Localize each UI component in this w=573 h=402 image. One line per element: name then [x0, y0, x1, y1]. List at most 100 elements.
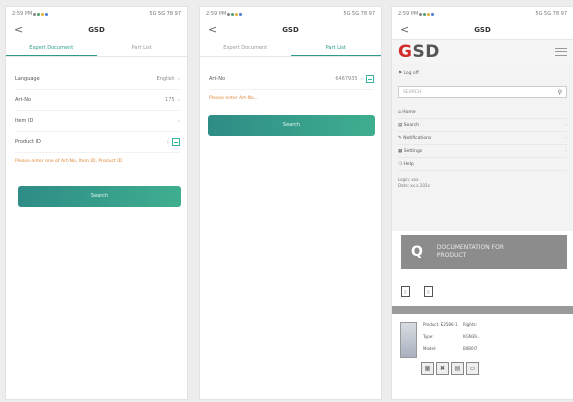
phone-web-portal: 2:59 PM 5G 5G 78 97 < GSD GSD ⚑ Log off … [391, 6, 573, 400]
scan-icon[interactable] [366, 75, 374, 83]
chevron-right-icon: › [565, 122, 567, 128]
log-off-link[interactable]: ⚑ Log off [398, 67, 567, 80]
field-value: › [178, 118, 180, 125]
status-dot [423, 12, 427, 16]
field-value: › [167, 138, 180, 146]
product-info-cell: Type: [423, 334, 434, 339]
field-value: English › [157, 76, 180, 83]
back-icon[interactable]: < [400, 23, 409, 36]
status-dot [227, 12, 231, 16]
phone-part-list: 2:59 PM 5G 5G 78 97 < GSD Expert Documen… [199, 6, 382, 400]
status-dot [37, 12, 41, 16]
art-no-row[interactable]: Art-No 6467935 › [209, 69, 374, 90]
art-no-value: 6467935 [335, 76, 358, 82]
item-id-row[interactable]: Item ID › [15, 111, 180, 132]
status-bar: 2:59 PM 5G 5G 78 97 [200, 7, 381, 21]
log-off-label: Log off [403, 71, 419, 76]
product-id-row[interactable]: Product ID › [15, 132, 180, 153]
product-info-cell: B0B0I7 [463, 346, 478, 351]
search-placeholder: SEARCH [403, 89, 422, 95]
back-icon[interactable]: < [14, 23, 23, 36]
menu-item-settings[interactable]: ▦ Settings › [398, 145, 567, 158]
tab-part-list[interactable]: Part List [290, 41, 381, 56]
tools-icon[interactable]: ✖ [436, 362, 449, 375]
art-no-row[interactable]: Art-No 175 › [15, 90, 180, 111]
nav-bar: < GSD [6, 21, 187, 39]
menu-item-help[interactable]: ❍ Help [398, 158, 567, 171]
file-pdf-icon[interactable]: ▯ [401, 286, 410, 297]
status-dot [41, 12, 45, 16]
search-input[interactable]: SEARCH ⚲ [398, 86, 567, 98]
status-dot [419, 12, 423, 16]
status-left: 2:59 PM [12, 11, 49, 17]
chevron-right-icon: › [177, 117, 180, 125]
logo-rest: SD [412, 41, 440, 62]
scan-icon[interactable] [172, 138, 180, 146]
status-dot [239, 12, 243, 16]
search-button[interactable]: Search [18, 186, 181, 207]
grid-icon[interactable]: ▦ [421, 362, 434, 375]
status-dot [427, 12, 431, 16]
login-info-line: Date: xx.x.202x [398, 183, 430, 188]
product-action-icons: ▦ ✖ ▤ ▭ [392, 362, 573, 375]
file-icons: ▯ ▯ [392, 269, 573, 297]
nav-bar: < GSD [200, 21, 381, 39]
search-form: Language English › Art-No 175 › Item ID … [6, 57, 187, 164]
banner-text: DOCUMENTATION FOR PRODUCT [437, 244, 504, 260]
field-value: 175 › [165, 97, 180, 104]
gsd-logo[interactable]: GSD [398, 42, 440, 62]
field-label: Item ID [15, 118, 34, 124]
parts-icon[interactable]: ▤ [451, 362, 464, 375]
language-row[interactable]: Language English › [15, 69, 180, 90]
search-form: Art-No 6467935 › Please enter Art-No... [200, 57, 381, 101]
tab-expert-document[interactable]: Expert Document [6, 41, 97, 56]
menu-item-notifications[interactable]: ✎ Notifications › [398, 132, 567, 145]
field-label: Art-No [209, 76, 226, 82]
status-dot [33, 12, 37, 16]
product-info-cell: Model: [423, 346, 437, 351]
field-label: Art-No [15, 97, 32, 103]
logo-g: G [398, 41, 413, 62]
product-info: Product: E2586-1 Rights: Type: KGN39... … [423, 322, 491, 358]
chevron-right-icon: › [177, 96, 180, 104]
banner-line: PRODUCT [436, 252, 467, 259]
chevron-right-icon: › [565, 148, 567, 154]
status-dot [231, 12, 235, 16]
section-divider [392, 306, 573, 314]
back-icon[interactable]: < [208, 23, 217, 36]
chevron-right-icon: › [360, 75, 363, 83]
screenshot-collage: 2:59 PM 5G 5G 78 97 < GSD Expert Documen… [0, 0, 573, 402]
manual-icon[interactable]: ▭ [466, 362, 479, 375]
tab-part-list[interactable]: Part List [97, 41, 188, 56]
language-value: English [156, 76, 175, 82]
status-left: 2:59 PM [206, 11, 243, 17]
documentation-banner[interactable]: Q DOCUMENTATION FOR PRODUCT [401, 235, 567, 269]
search-button[interactable]: Search [208, 115, 375, 136]
product-info-cell: KGN39... [463, 334, 481, 339]
menu-icon[interactable] [555, 47, 567, 56]
menu-item-search[interactable]: ▤ Search › [398, 119, 567, 132]
menu-item-home[interactable]: ⌂ Home [398, 106, 567, 119]
product-card: Product: E2586-1 Rights: Type: KGN39... … [392, 314, 573, 358]
phone-expert-document: 2:59 PM 5G 5G 78 97 < GSD Expert Documen… [5, 6, 188, 400]
tab-bar: Expert Document Part List [200, 41, 381, 57]
page-title: GSD [88, 26, 105, 34]
menu-label: Settings [403, 148, 423, 154]
search-icon[interactable]: ⚲ [558, 89, 562, 96]
status-right: 5G 5G 78 97 [535, 11, 567, 17]
tab-bar: Expert Document Part List [6, 41, 187, 57]
status-dot [431, 12, 435, 16]
field-label: Language [15, 76, 40, 82]
file-pdf-icon[interactable]: ▯ [424, 286, 433, 297]
tab-expert-document[interactable]: Expert Document [200, 41, 291, 56]
banner-line: DOCUMENTATION FOR [436, 244, 505, 251]
status-left: 2:59 PM [398, 11, 435, 17]
product-info-cell: Product: E2586-1 [423, 322, 458, 327]
search-icon: Q [411, 244, 423, 260]
nav-bar: < GSD [392, 21, 573, 39]
status-right: 5G 5G 78 97 [149, 11, 181, 17]
menu-label: Home [402, 109, 416, 115]
status-right: 5G 5G 78 97 [343, 11, 375, 17]
status-time: 2:59 PM [206, 11, 227, 17]
status-dot [235, 12, 239, 16]
